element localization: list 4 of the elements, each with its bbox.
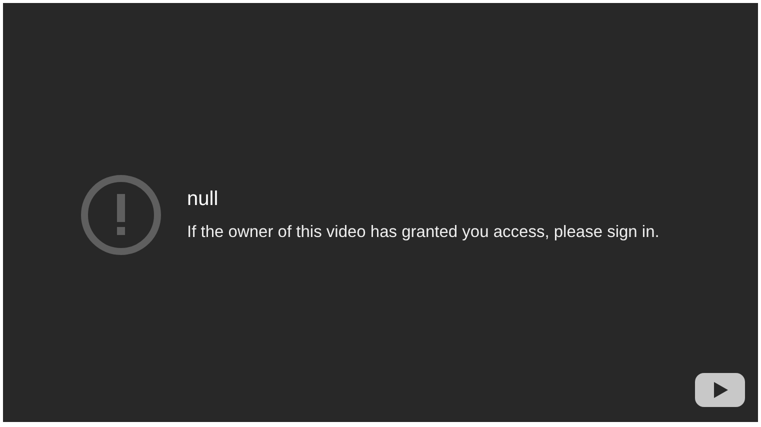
exclamation-icon bbox=[80, 174, 162, 256]
play-logo-icon[interactable] bbox=[695, 373, 745, 407]
error-message: If the owner of this video has granted you access, please sign in. bbox=[187, 223, 660, 242]
error-title: null bbox=[187, 188, 220, 211]
